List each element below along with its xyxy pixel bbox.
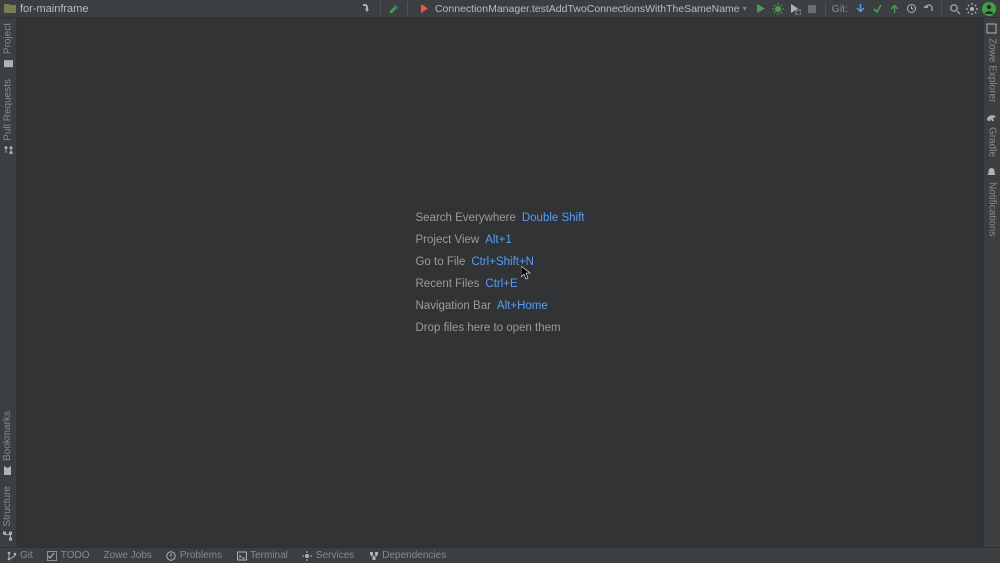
tool-todo[interactable]: TODO bbox=[47, 550, 90, 561]
hint-drop-files: Drop files here to open them bbox=[415, 322, 584, 334]
tool-gradle[interactable]: Gradle bbox=[984, 107, 1000, 162]
tool-problems[interactable]: Problems bbox=[166, 550, 222, 561]
hint-label: Navigation Bar bbox=[415, 300, 490, 312]
tool-label: Structure bbox=[2, 486, 13, 527]
tool-dependencies[interactable]: Dependencies bbox=[368, 550, 446, 561]
hint-project-view[interactable]: Project View Alt+1 bbox=[415, 234, 584, 246]
separator bbox=[825, 2, 826, 16]
tool-label: Project bbox=[3, 23, 14, 54]
tool-label: TODO bbox=[61, 550, 90, 561]
tool-pull-requests[interactable]: Pull Requests bbox=[0, 74, 16, 161]
explorer-icon bbox=[987, 23, 998, 34]
tool-label: Services bbox=[316, 550, 354, 561]
run-coverage-icon[interactable] bbox=[788, 2, 802, 16]
hint-shortcut: Alt+Home bbox=[497, 300, 548, 312]
tool-label: Zowe Jobs bbox=[104, 550, 152, 561]
pull-request-icon bbox=[3, 145, 14, 156]
bottom-tool-bar: Git TODO Zowe Jobs Problems Terminal Ser… bbox=[0, 547, 1000, 563]
editor-empty-area[interactable]: Search Everywhere Double Shift Project V… bbox=[17, 18, 983, 547]
hint-recent-files[interactable]: Recent Files Ctrl+E bbox=[415, 278, 584, 290]
separator bbox=[380, 2, 381, 16]
terminal-icon bbox=[236, 550, 247, 561]
git-update-icon[interactable] bbox=[853, 2, 867, 16]
tool-label: Bookmarks bbox=[2, 411, 13, 461]
tool-label: Pull Requests bbox=[3, 79, 14, 141]
right-tool-gutter: Zowe Explorer Gradle Notifications bbox=[983, 18, 1000, 547]
hint-shortcut: Double Shift bbox=[522, 212, 585, 224]
tool-terminal[interactable]: Terminal bbox=[236, 550, 288, 561]
hammer-build-icon[interactable] bbox=[387, 2, 401, 16]
tool-git[interactable]: Git bbox=[6, 550, 33, 561]
project-name[interactable]: for-mainframe bbox=[20, 3, 88, 15]
run-configuration-selector[interactable]: ConnectionManager.testAddTwoConnectionsW… bbox=[414, 2, 751, 16]
add-config-icon[interactable] bbox=[360, 2, 374, 16]
bell-icon bbox=[987, 167, 998, 178]
hint-shortcut: Ctrl+E bbox=[485, 278, 517, 290]
git-label: Git: bbox=[832, 3, 848, 15]
tool-services[interactable]: Services bbox=[302, 550, 354, 561]
todo-icon bbox=[47, 550, 58, 561]
tool-notifications[interactable]: Notifications bbox=[984, 162, 1000, 241]
git-commit-icon[interactable] bbox=[870, 2, 884, 16]
hint-go-to-file[interactable]: Go to File Ctrl+Shift+N bbox=[415, 256, 584, 268]
separator bbox=[407, 2, 408, 16]
debug-icon[interactable] bbox=[771, 2, 785, 16]
hint-label: Recent Files bbox=[415, 278, 479, 290]
hint-shortcut: Ctrl+Shift+N bbox=[471, 256, 534, 268]
git-revert-icon[interactable] bbox=[921, 2, 935, 16]
hint-label: Go to File bbox=[415, 256, 465, 268]
tool-label: Terminal bbox=[250, 550, 288, 561]
bookmark-icon bbox=[2, 465, 13, 476]
hint-label: Search Everywhere bbox=[415, 212, 515, 224]
hint-navigation-bar[interactable]: Navigation Bar Alt+Home bbox=[415, 300, 584, 312]
run-test-icon bbox=[418, 2, 432, 16]
project-icon bbox=[4, 3, 16, 14]
run-config-label: ConnectionManager.testAddTwoConnectionsW… bbox=[435, 3, 740, 15]
welcome-hints: Search Everywhere Double Shift Project V… bbox=[415, 212, 584, 334]
tool-structure[interactable]: Structure bbox=[0, 481, 15, 547]
git-branch-icon bbox=[6, 550, 17, 561]
left-tool-gutter: Project Pull Requests Bookmarks Structur… bbox=[0, 18, 17, 547]
tool-project[interactable]: Project bbox=[0, 18, 16, 74]
run-icon[interactable] bbox=[754, 2, 768, 16]
tool-label: Zowe Explorer bbox=[987, 38, 998, 102]
tool-bookmarks[interactable]: Bookmarks bbox=[0, 406, 15, 481]
services-icon bbox=[302, 550, 313, 561]
git-history-icon[interactable] bbox=[904, 2, 918, 16]
tool-label: Problems bbox=[180, 550, 222, 561]
hint-search-everywhere[interactable]: Search Everywhere Double Shift bbox=[415, 212, 584, 224]
gradle-elephant-icon bbox=[987, 112, 998, 123]
separator bbox=[941, 2, 942, 16]
structure-icon bbox=[2, 531, 13, 542]
settings-gear-icon[interactable] bbox=[965, 2, 979, 16]
tool-zowe-jobs[interactable]: Zowe Jobs bbox=[104, 550, 152, 561]
tool-label: Dependencies bbox=[382, 550, 446, 561]
folder-icon bbox=[3, 58, 14, 69]
top-toolbar: for-mainframe ConnectionManager.testAddT… bbox=[0, 0, 1000, 18]
git-push-icon[interactable] bbox=[887, 2, 901, 16]
hint-shortcut: Alt+1 bbox=[485, 234, 512, 246]
tool-label: Notifications bbox=[987, 182, 998, 236]
stop-icon[interactable] bbox=[805, 2, 819, 16]
avatar-icon[interactable] bbox=[982, 2, 996, 16]
tool-label: Git bbox=[20, 550, 33, 561]
chevron-down-icon: ▾ bbox=[743, 4, 747, 13]
search-everywhere-icon[interactable] bbox=[948, 2, 962, 16]
tool-zowe-explorer[interactable]: Zowe Explorer bbox=[984, 18, 1000, 107]
hint-label: Project View bbox=[415, 234, 479, 246]
dependencies-icon bbox=[368, 550, 379, 561]
hint-label: Drop files here to open them bbox=[415, 322, 560, 334]
tool-label: Gradle bbox=[987, 127, 998, 157]
problems-icon bbox=[166, 550, 177, 561]
